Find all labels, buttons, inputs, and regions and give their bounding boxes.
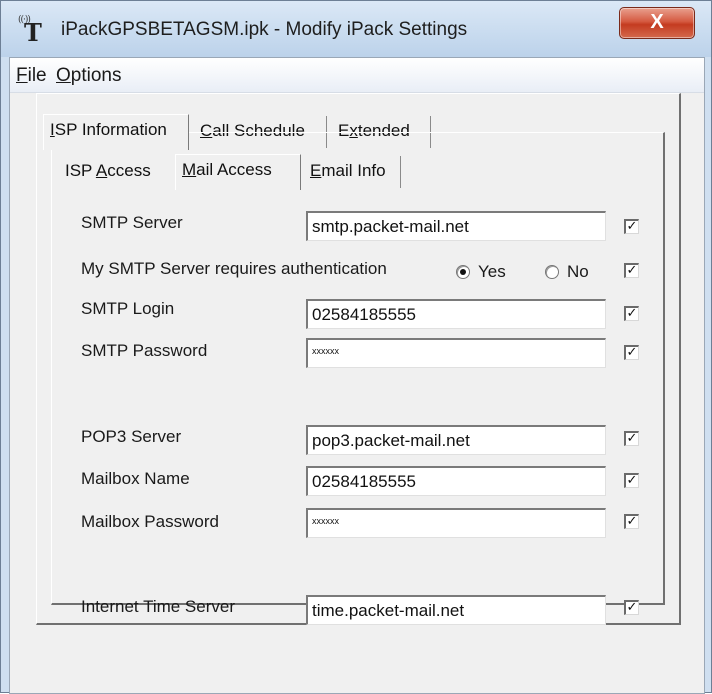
tab-label: SP Information: [54, 120, 167, 139]
smtp-auth-no-radio[interactable]: [545, 265, 559, 279]
tab-label-pre: ISP: [65, 161, 96, 180]
tab-label: ail Access: [196, 160, 272, 179]
tab-isp-access[interactable]: ISP Access: [59, 156, 171, 188]
tab-label-mnemonic: M: [182, 160, 197, 179]
time-server-checkbox[interactable]: ✓: [624, 600, 639, 615]
tab-isp-information[interactable]: ISP Information: [43, 114, 189, 150]
tab-label: mail Info: [321, 161, 386, 180]
smtp-auth-label: My SMTP Server requires authentication: [81, 259, 387, 278]
tab-label-mnemonic: A: [95, 161, 108, 180]
smtp-password-checkbox[interactable]: ✓: [624, 345, 639, 360]
smtp-login-checkbox[interactable]: ✓: [624, 306, 639, 321]
smtp-server-input[interactable]: smtp.packet-mail.net: [306, 211, 606, 241]
smtp-server-label: SMTP Server: [81, 213, 183, 232]
antenna-mast-icon: T: [24, 18, 42, 47]
smtp-password-input[interactable]: xxxxxx: [306, 338, 606, 368]
title-bar[interactable]: ((·)) T iPackGPSBETAGSM.ipk - Modify iPa…: [1, 1, 711, 57]
close-button[interactable]: X: [619, 7, 695, 39]
smtp-login-label: SMTP Login: [81, 299, 175, 318]
menu-options-label: ptions: [70, 65, 122, 86]
smtp-auth-checkbox[interactable]: ✓: [624, 263, 639, 278]
dialog-window: ((·)) T iPackGPSBETAGSM.ipk - Modify iPa…: [0, 0, 712, 694]
smtp-auth-yes-label: Yes: [478, 262, 506, 281]
smtp-login-input[interactable]: 02584185555: [306, 299, 606, 329]
antenna-icon[interactable]: ((·)) T: [11, 15, 43, 45]
mailbox-password-label: Mailbox Password: [81, 512, 219, 531]
menu-bar: File Options: [10, 58, 704, 93]
menu-file-label: ile: [27, 65, 47, 86]
menu-file[interactable]: File: [16, 65, 47, 87]
mailbox-password-input[interactable]: xxxxxx: [306, 508, 606, 538]
pop3-server-label: POP3 Server: [81, 427, 182, 446]
time-server-input[interactable]: time.packet-mail.net: [306, 595, 606, 625]
time-server-label: Internet Time Server: [81, 597, 236, 616]
menu-options-mnemonic: O: [56, 65, 71, 86]
smtp-password-label: SMTP Password: [81, 341, 208, 360]
radio-selected-dot: [460, 269, 466, 275]
menu-file-mnemonic: F: [16, 65, 28, 86]
tab-label-mnemonic: E: [310, 161, 322, 180]
menu-options[interactable]: Options: [56, 65, 121, 87]
tab-mail-access[interactable]: Mail Access: [175, 154, 301, 190]
smtp-auth-no-label: No: [567, 262, 589, 281]
mailbox-name-label: Mailbox Name: [81, 469, 190, 488]
mailbox-name-input[interactable]: 02584185555: [306, 466, 606, 496]
pop3-server-checkbox[interactable]: ✓: [624, 431, 639, 446]
mailbox-password-checkbox[interactable]: ✓: [624, 514, 639, 529]
mailbox-name-checkbox[interactable]: ✓: [624, 473, 639, 488]
smtp-auth-yes-radio[interactable]: [456, 265, 470, 279]
window-title: iPackGPSBETAGSM.ipk - Modify iPack Setti…: [61, 19, 468, 40]
smtp-server-checkbox[interactable]: ✓: [624, 219, 639, 234]
tab-email-info[interactable]: Email Info: [304, 156, 401, 188]
tab-label: ccess: [107, 161, 151, 180]
pop3-server-input[interactable]: pop3.packet-mail.net: [306, 425, 606, 455]
